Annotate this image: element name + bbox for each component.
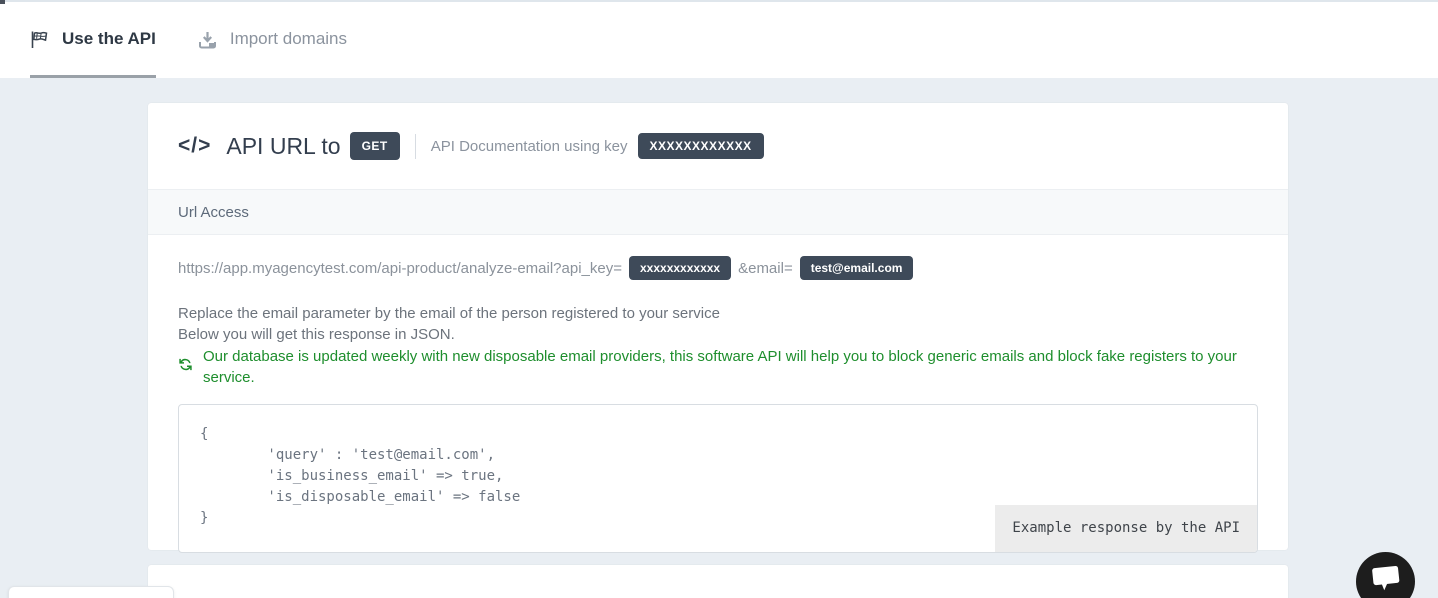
http-method-badge: GET (350, 132, 400, 160)
refresh-icon (178, 357, 193, 378)
code-line: { (200, 424, 1236, 445)
description-line-1: Replace the email parameter by the email… (178, 303, 1258, 324)
api-card-body: https://app.myagencytest.com/api-product… (148, 235, 1288, 553)
page-title: API URL to (226, 133, 340, 160)
header-divider (415, 134, 416, 159)
tab-label-use-the-api: Use the API (62, 29, 156, 49)
url-access-label: Url Access (178, 204, 249, 221)
api-key-value-badge: xxxxxxxxxxxx (629, 256, 731, 280)
next-section-card (148, 565, 1288, 598)
description-block: Replace the email parameter by the email… (178, 303, 1258, 345)
top-corner-artifact (0, 0, 5, 4)
update-notice: Our database is updated weekly with new … (178, 346, 1258, 388)
email-param-label: &email= (738, 260, 793, 277)
url-access-section-header: Url Access (148, 189, 1288, 235)
api-url-prefix: https://app.myagencytest.com/api-product… (178, 260, 622, 277)
api-card: </> API URL to GET API Documentation usi… (148, 103, 1288, 550)
api-url-row: https://app.myagencytest.com/api-product… (178, 256, 1258, 280)
email-value-badge: test@email.com (800, 256, 914, 280)
code-icon: </> (178, 134, 211, 158)
chat-widget-button[interactable] (1356, 552, 1415, 598)
flag-icon (30, 30, 49, 49)
description-line-2: Below you will get this response in JSON… (178, 324, 1258, 345)
code-example-block: { 'query' : 'test@email.com', 'is_busine… (178, 404, 1258, 553)
doc-label: API Documentation using key (431, 138, 628, 155)
top-hairline (0, 0, 1438, 2)
bottom-left-popup (8, 586, 174, 598)
api-key-badge: XXXXXXXXXXXX (638, 133, 764, 159)
download-icon (198, 30, 217, 49)
api-card-header: </> API URL to GET API Documentation usi… (148, 103, 1288, 189)
chat-bubble-icon (1371, 566, 1401, 597)
code-caption: Example response by the API (995, 505, 1257, 552)
tab-label-import-domains: Import domains (230, 29, 347, 49)
update-notice-text: Our database is updated weekly with new … (203, 346, 1258, 388)
tab-import-domains[interactable]: Import domains (198, 0, 347, 78)
code-line: 'is_business_email' => true, (200, 466, 1236, 487)
tab-use-the-api[interactable]: Use the API (30, 0, 156, 78)
tab-bar: Use the API Import domains (0, 0, 1438, 78)
code-line: 'query' : 'test@email.com', (200, 445, 1236, 466)
